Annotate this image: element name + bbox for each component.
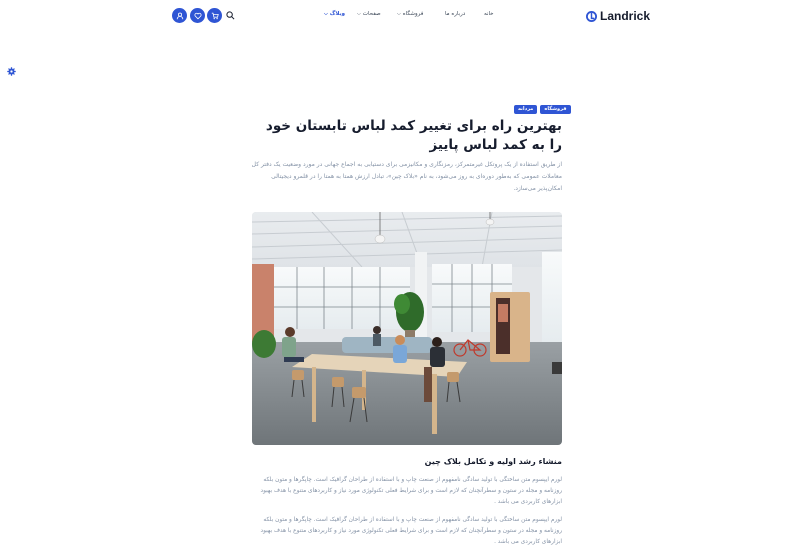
article-lead: از طریق استفاده از یک پروتکل غیرمتمرکز، …: [251, 161, 562, 192]
paragraph: لورم ایپسوم متن ساختگی با تولید سادگی نا…: [260, 477, 562, 506]
tag-list: مردانه فروشگاه: [514, 105, 571, 114]
cart-icon: [211, 12, 219, 19]
cart-button[interactable]: [207, 8, 222, 23]
section-heading: منشاء رشد اولیه و تکامل بلاک چین: [424, 457, 562, 466]
nav-home-label: خانه: [484, 11, 494, 17]
brand-logo[interactable]: Landrick: [586, 8, 650, 24]
nav-shop-label: فروشگاه: [402, 11, 424, 17]
chevron-down-icon: ⌵: [357, 11, 361, 17]
tag-badge[interactable]: فروشگاه: [540, 105, 571, 114]
search-icon[interactable]: [226, 11, 235, 20]
nav-blog[interactable]: ⌵ وبلاگ: [324, 11, 345, 17]
heart-icon: [193, 12, 202, 19]
nav-home[interactable]: خانه: [484, 11, 494, 17]
gear-icon[interactable]: [7, 67, 16, 76]
article-title: بهترین راه برای تغییر کمد لباس تابستان خ…: [265, 118, 562, 153]
wishlist-button[interactable]: [190, 8, 205, 23]
tag-badge[interactable]: مردانه: [514, 105, 538, 114]
nav-pages[interactable]: ⌵ صفحات: [357, 11, 381, 17]
nav-about[interactable]: درباره ما: [445, 11, 465, 17]
logo-icon: [586, 10, 597, 22]
chevron-down-icon: ⌵: [397, 11, 401, 17]
logo-text: Landrick: [600, 9, 651, 23]
article-hero-image: [252, 212, 562, 445]
top-navbar: Landrick خانه درباره ما ⌵ فروشگاه ⌵ صفحا…: [0, 0, 800, 32]
nav-pages-label: صفحات: [362, 11, 381, 17]
nav-shop[interactable]: ⌵ فروشگاه: [397, 11, 423, 17]
account-button[interactable]: [172, 8, 187, 23]
paragraph: لورم ایپسوم متن ساختگی با تولید سادگی نا…: [260, 517, 562, 546]
nav-blog-label: وبلاگ: [329, 11, 346, 17]
chevron-down-icon: ⌵: [324, 11, 328, 17]
user-icon: [176, 12, 183, 19]
office-photo: [252, 212, 562, 445]
nav-about-label: درباره ما: [445, 11, 466, 17]
